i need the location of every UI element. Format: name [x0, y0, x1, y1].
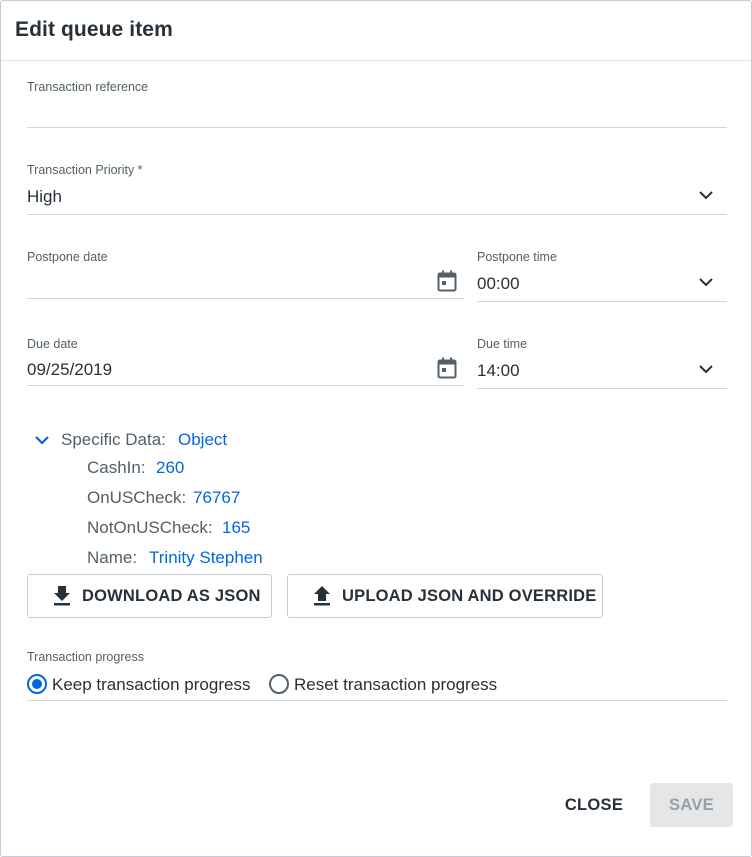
download-json-label: DOWNLOAD AS JSON: [82, 586, 261, 605]
due-date-underline: [27, 385, 464, 386]
postpone-date-underline: [27, 298, 464, 299]
upload-json-label: UPLOAD JSON AND OVERRIDE: [342, 586, 597, 605]
postpone-time-select[interactable]: 00:00: [477, 274, 727, 294]
edit-queue-item-dialog: Edit queue item Transaction reference Tr…: [0, 0, 752, 857]
keep-progress-radio[interactable]: [27, 674, 47, 694]
chevron-down-icon[interactable]: [698, 361, 714, 377]
reset-progress-radio[interactable]: [269, 674, 289, 694]
dialog-title: Edit queue item: [15, 18, 173, 41]
transaction-progress-label: Transaction progress: [27, 650, 144, 664]
expand-chevron-icon[interactable]: [34, 432, 50, 448]
close-button[interactable]: CLOSE: [553, 783, 635, 827]
transaction-reference-input[interactable]: [27, 101, 727, 125]
specific-data-type: Object: [178, 430, 228, 449]
due-time-select[interactable]: 14:00: [477, 361, 727, 381]
calendar-icon[interactable]: [437, 357, 457, 379]
tree-value-notonuscheck: 165: [222, 518, 251, 537]
upload-icon: [314, 586, 330, 606]
reset-progress-label[interactable]: Reset transaction progress: [294, 675, 497, 695]
postpone-date-label: Postpone date: [27, 250, 108, 264]
postpone-date-input[interactable]: [27, 273, 427, 297]
due-time-label: Due time: [477, 337, 528, 351]
due-date-label: Due date: [27, 337, 78, 351]
due-date-input[interactable]: 09/25/2019: [27, 360, 427, 380]
tree-value-cashin: 260: [156, 458, 185, 477]
tree-value-name: Trinity Stephen: [149, 548, 263, 567]
due-time-underline: [477, 388, 727, 389]
tree-key-onuscheck: OnUSCheck:: [87, 488, 187, 507]
download-json-button[interactable]: DOWNLOAD AS JSON: [27, 574, 272, 618]
transaction-priority-label: Transaction Priority *: [27, 163, 143, 177]
transaction-progress-underline: [27, 700, 727, 701]
download-icon: [54, 586, 70, 606]
transaction-priority-underline: [27, 214, 727, 215]
upload-json-button[interactable]: UPLOAD JSON AND OVERRIDE: [287, 574, 603, 618]
tree-value-onuscheck: 76767: [193, 488, 241, 507]
transaction-reference-underline: [27, 127, 727, 128]
transaction-priority-select[interactable]: High: [27, 187, 727, 207]
specific-data-label: Specific Data:: [61, 430, 166, 449]
dialog-header: Edit queue item: [1, 1, 751, 61]
save-button[interactable]: SAVE: [650, 783, 733, 827]
chevron-down-icon[interactable]: [698, 274, 714, 290]
tree-key-notonuscheck: NotOnUSCheck:: [87, 518, 213, 537]
calendar-icon[interactable]: [437, 270, 457, 292]
postpone-time-label: Postpone time: [477, 250, 557, 264]
chevron-down-icon[interactable]: [698, 187, 714, 203]
transaction-reference-label: Transaction reference: [27, 80, 149, 94]
tree-key-name: Name:: [87, 548, 138, 567]
tree-key-cashin: CashIn:: [87, 458, 146, 477]
postpone-time-underline: [477, 301, 727, 302]
keep-progress-label[interactable]: Keep transaction progress: [52, 675, 250, 695]
